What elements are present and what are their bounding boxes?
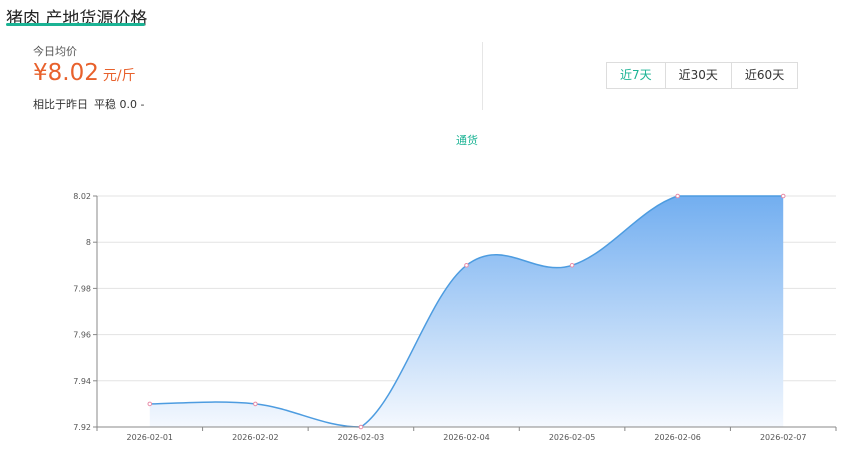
data-point[interactable] <box>358 424 364 430</box>
y-tick-label: 8.02 <box>73 192 91 201</box>
x-tick-label: 2026-02-07 <box>760 433 807 442</box>
data-point[interactable] <box>780 193 786 199</box>
x-tick-label: 2026-02-04 <box>443 433 490 442</box>
y-tick-label: 7.98 <box>73 284 91 293</box>
y-tick-label: 7.92 <box>73 423 91 432</box>
data-point[interactable] <box>147 401 153 407</box>
series-area <box>149 196 784 427</box>
data-point[interactable] <box>569 263 575 268</box>
y-tick-label: 7.94 <box>73 377 91 386</box>
y-tick-label: 7.96 <box>73 331 91 340</box>
y-tick-label: 8 <box>86 238 91 247</box>
data-point[interactable] <box>253 401 258 407</box>
data-point[interactable] <box>464 263 469 268</box>
price-chart: 7.92 7.94 7.96 7.98 8 8.02 2026-02-01 2026-02-0… <box>73 192 837 442</box>
x-tick-label: 2026-02-03 <box>338 433 385 442</box>
data-point[interactable] <box>675 193 680 199</box>
x-tick-label: 2026-02-05 <box>549 433 596 442</box>
x-tick-label: 2026-02-02 <box>232 433 279 442</box>
x-tick-label: 2026-02-01 <box>127 433 174 442</box>
x-tick-label: 2026-02-06 <box>654 433 701 442</box>
